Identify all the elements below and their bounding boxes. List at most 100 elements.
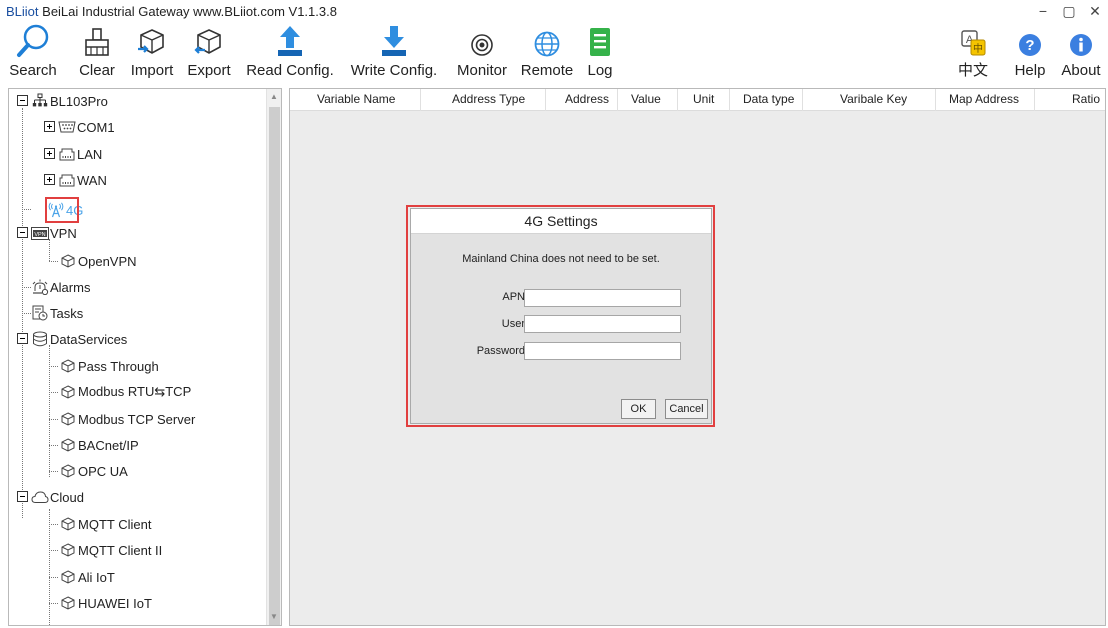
help-button[interactable]: ? Help xyxy=(1008,22,1052,84)
tree-node-tasks[interactable]: Tasks xyxy=(31,302,83,324)
cube-icon xyxy=(61,385,75,399)
apn-input[interactable] xyxy=(524,289,681,307)
ethernet-port-icon xyxy=(59,174,75,187)
database-icon xyxy=(33,331,47,347)
help-question-icon: ? xyxy=(1019,34,1041,56)
cube-icon xyxy=(61,359,75,373)
log-button[interactable]: Log xyxy=(580,22,620,84)
title-bar: BLiiot BeiLai Industrial Gateway www.BLi… xyxy=(0,0,1108,22)
tree-line-dataservices xyxy=(49,345,50,477)
window-controls: − ▢ ✕ xyxy=(1030,0,1108,22)
globe-icon xyxy=(534,31,560,57)
user-input[interactable] xyxy=(524,315,681,333)
cube-icon xyxy=(61,412,75,426)
tree-node-bacnet-ip[interactable]: BACnet/IP xyxy=(59,434,139,456)
selected-4g-highlight xyxy=(45,197,79,223)
tree-node-root[interactable]: BL103Pro xyxy=(31,90,108,112)
expander-cloud[interactable] xyxy=(17,491,28,502)
column-header-unit[interactable]: Unit xyxy=(678,89,730,111)
table-header: Variable Name Address Type Address Value… xyxy=(290,89,1105,111)
download-arrow-icon xyxy=(382,26,406,56)
cube-icon xyxy=(61,438,75,452)
network-tree-icon xyxy=(32,93,48,107)
eye-icon xyxy=(471,34,493,56)
password-label: Password xyxy=(476,345,525,357)
column-header-value[interactable]: Value xyxy=(618,89,678,111)
cube-icon xyxy=(61,517,75,531)
tree-node-lan[interactable]: LAN xyxy=(58,143,102,165)
tree-node-pass-through[interactable]: Pass Through xyxy=(59,355,159,377)
column-header-data-type[interactable]: Data type xyxy=(730,89,803,111)
tree-node-alarms[interactable]: Alarms xyxy=(31,276,90,298)
expander-lan[interactable] xyxy=(44,148,55,159)
tree-node-huawei-iot[interactable]: HUAWEI IoT xyxy=(59,592,152,614)
close-button[interactable]: ✕ xyxy=(1082,0,1108,22)
expander-com1[interactable] xyxy=(44,121,55,132)
brand-name: BLiiot xyxy=(6,3,39,19)
column-header-ratio[interactable]: Ratio xyxy=(1035,89,1105,111)
apn-label: APN xyxy=(502,291,525,303)
svg-text:VPN: VPN xyxy=(34,231,45,237)
svg-text:?: ? xyxy=(1025,37,1034,54)
write-config-button[interactable]: Write Config. xyxy=(343,22,445,84)
tree-node-mqtt-client[interactable]: MQTT Client xyxy=(59,513,151,535)
column-header-variable-name[interactable]: Variable Name xyxy=(290,89,421,111)
tree-node-modbus-rtu-tcp[interactable]: Modbus RTU⇆TCP xyxy=(59,381,191,403)
tree-node-wan[interactable]: WAN xyxy=(58,169,107,191)
info-icon xyxy=(1070,34,1092,56)
column-header-variable-key[interactable]: Varibale Key xyxy=(803,89,936,111)
about-button[interactable]: About xyxy=(1056,22,1106,84)
search-icon xyxy=(17,24,49,57)
expander-vpn[interactable] xyxy=(17,227,28,238)
read-config-button[interactable]: Read Config. xyxy=(241,22,339,84)
tree-node-dataservices[interactable]: DataServices xyxy=(31,328,127,350)
tree-node-ali-iot[interactable]: Ali IoT xyxy=(59,566,115,588)
tree-scrollbar-thumb[interactable] xyxy=(269,107,280,625)
cube-icon xyxy=(61,254,75,268)
expander-dataservices[interactable] xyxy=(17,333,28,344)
tree-node-openvpn[interactable]: OpenVPN xyxy=(59,250,137,272)
minimize-button[interactable]: − xyxy=(1030,0,1056,22)
cube-icon xyxy=(61,570,75,584)
user-label: User xyxy=(501,318,525,330)
svg-text:中: 中 xyxy=(973,42,983,55)
cancel-button[interactable]: Cancel xyxy=(665,399,708,419)
dialog-title: 4G Settings xyxy=(411,209,711,234)
tree-node-vpn[interactable]: VPN VPN xyxy=(31,222,77,244)
ok-button[interactable]: OK xyxy=(621,399,656,419)
expander-wan[interactable] xyxy=(44,174,55,185)
column-header-address[interactable]: Address xyxy=(546,89,618,111)
language-button[interactable]: A中 中文 xyxy=(951,22,995,84)
remote-button[interactable]: Remote xyxy=(517,22,577,84)
export-button[interactable]: Export xyxy=(181,22,237,84)
translate-icon: A中 xyxy=(961,30,986,56)
scroll-down-icon[interactable]: ▼ xyxy=(267,610,281,624)
search-button[interactable]: Search xyxy=(0,22,66,84)
cube-icon xyxy=(61,464,75,478)
tree-node-mqtt-client-2[interactable]: MQTT Client II xyxy=(59,539,162,561)
tree-node-opc-ua[interactable]: OPC UA xyxy=(59,460,128,482)
import-button[interactable]: Import xyxy=(123,22,181,84)
scroll-up-icon[interactable]: ▲ xyxy=(267,90,281,104)
tree-node-modbus-tcp-server[interactable]: Modbus TCP Server xyxy=(59,408,195,430)
maximize-button[interactable]: ▢ xyxy=(1056,0,1082,22)
alarm-icon xyxy=(32,279,49,295)
tree-scrollbar[interactable]: ▲ ▼ xyxy=(266,89,281,625)
cloud-icon xyxy=(31,491,49,503)
column-header-map-address[interactable]: Map Address xyxy=(936,89,1035,111)
ethernet-port-icon xyxy=(59,148,75,161)
expander-root[interactable] xyxy=(17,95,28,106)
toolbar: Search Clear Import Export Read Config. … xyxy=(0,22,1108,84)
clear-brush-icon xyxy=(85,28,109,56)
password-input[interactable] xyxy=(524,342,681,360)
window-title: BLiiot BeiLai Industrial Gateway www.BLi… xyxy=(6,3,337,19)
vpn-icon: VPN xyxy=(31,226,49,240)
clear-button[interactable]: Clear xyxy=(72,22,122,84)
device-tree[interactable]: BL103Pro COM1 LAN WAN 4G VPN VPN OpenVPN… xyxy=(8,88,282,626)
column-header-address-type[interactable]: Address Type xyxy=(421,89,546,111)
tree-node-com1[interactable]: COM1 xyxy=(58,116,115,138)
cube-icon xyxy=(61,543,75,557)
monitor-button[interactable]: Monitor xyxy=(450,22,514,84)
tree-node-cloud[interactable]: Cloud xyxy=(31,486,84,508)
4g-settings-dialog: 4G Settings Mainland China does not need… xyxy=(410,208,712,424)
